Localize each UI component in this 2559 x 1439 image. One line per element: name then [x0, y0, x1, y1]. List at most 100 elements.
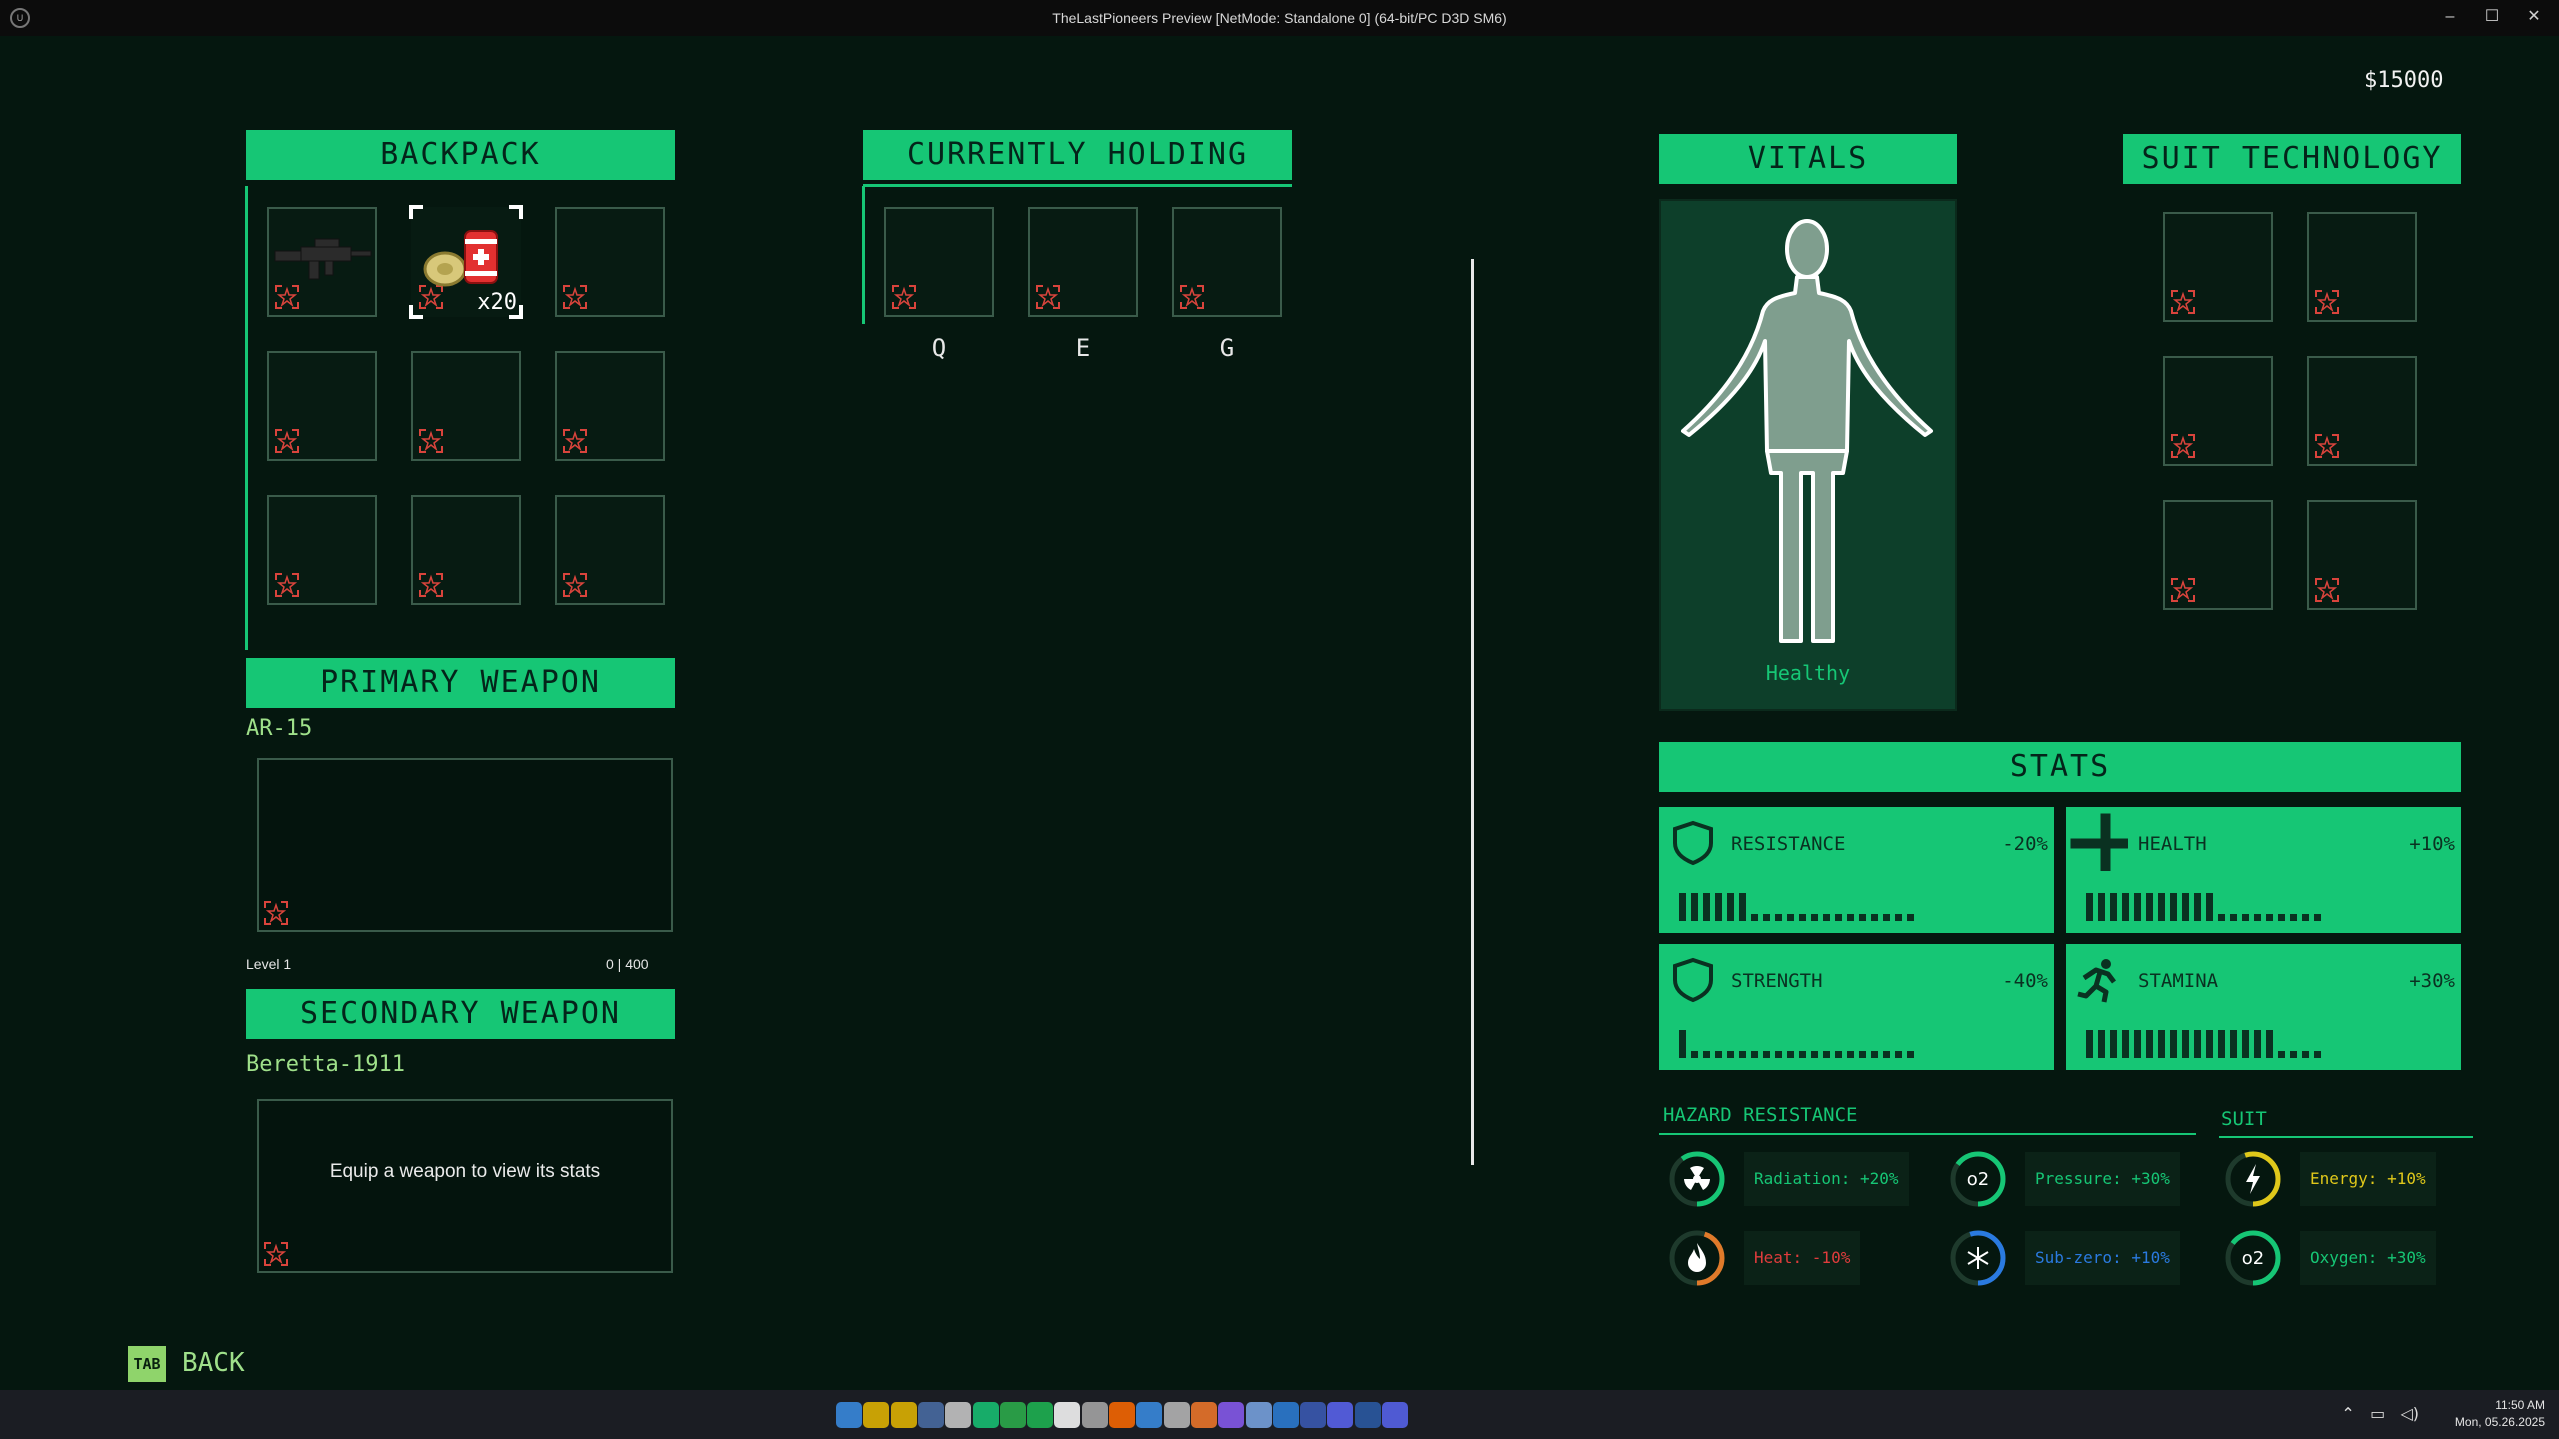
stat-bar-segment: [1715, 893, 1722, 921]
hazard-item: Heat: -10%: [1668, 1227, 1918, 1289]
close-button[interactable]: ✕: [2514, 4, 2554, 30]
cube-icon[interactable]: [1136, 1402, 1163, 1428]
backpack-rail: [245, 186, 248, 650]
suit-technology-slot[interactable]: [2307, 500, 2417, 610]
backpack-slot[interactable]: [267, 495, 377, 605]
stat-bar-segment: [1691, 1051, 1698, 1058]
backpack-slot[interactable]: [411, 351, 521, 461]
lightning-icon: [2225, 1151, 2281, 1207]
stat-bar-segment: [2254, 1030, 2261, 1058]
suit-label: SUIT: [2221, 1108, 2267, 1130]
backpack-slot[interactable]: [555, 207, 665, 317]
steam-icon[interactable]: [917, 1402, 944, 1428]
hazard-label: Pressure: +30%: [2025, 1152, 2180, 1206]
clock-date: Mon, 05.26.2025: [2454, 1415, 2545, 1429]
stat-bar-segment: [2194, 1030, 2201, 1058]
holding-slot[interactable]: [1172, 207, 1282, 317]
tray-icons[interactable]: ⌃ ▭ ◁): [2341, 1404, 2419, 1423]
svg-text:o2: o2: [1967, 1169, 1989, 1190]
empty-slot-icon: [264, 901, 288, 925]
app-icon[interactable]: [1327, 1402, 1354, 1428]
xbox-icon[interactable]: [972, 1402, 999, 1428]
minecraft-icon[interactable]: [999, 1402, 1026, 1428]
empty-slot-icon: [2171, 578, 2195, 602]
body-silhouette-icon: [1681, 219, 1933, 643]
hazard-label: Heat: -10%: [1744, 1231, 1861, 1285]
discord-icon[interactable]: [1382, 1402, 1408, 1428]
github-icon[interactable]: [1081, 1402, 1108, 1428]
primary-weapon-name: AR-15: [246, 716, 313, 741]
primary-weapon-xp: 0 | 400: [606, 956, 649, 972]
stat-bar-segment: [1775, 1051, 1782, 1058]
stat-bar-segment: [2146, 1030, 2153, 1058]
cross-icon: [2070, 813, 2128, 871]
backpack-slot[interactable]: [411, 495, 521, 605]
vscode-icon[interactable]: [1272, 1402, 1299, 1428]
holding-slot[interactable]: [884, 207, 994, 317]
maximize-button[interactable]: ☐: [2472, 4, 2512, 30]
game-icon[interactable]: [1163, 1402, 1190, 1428]
backpack-slot[interactable]: [555, 351, 665, 461]
suit-technology-slot[interactable]: [2163, 356, 2273, 466]
search-icon[interactable]: [863, 1402, 890, 1428]
stat-bar-segment: [1835, 914, 1842, 921]
vitals-header: VITALS: [1659, 134, 1957, 184]
backpack-slot[interactable]: [267, 207, 377, 317]
vitals-status: Healthy: [1765, 661, 1851, 685]
epic-games-icon[interactable]: [945, 1402, 972, 1428]
terminal-icon[interactable]: [1300, 1402, 1327, 1428]
stat-bar-segment: [1727, 1051, 1734, 1058]
minimize-button[interactable]: –: [2430, 4, 2470, 30]
stat-bar-segment: [2206, 1030, 2213, 1058]
stat-bar-segment: [2122, 1030, 2129, 1058]
suit-technology-slot[interactable]: [2307, 212, 2417, 322]
unreal-engine-icon[interactable]: [1054, 1402, 1081, 1428]
stat-bar-segment: [1751, 1051, 1758, 1058]
docker-icon[interactable]: [1245, 1402, 1272, 1428]
taskbar-clock[interactable]: 11:50 AM Mon, 05.26.2025: [2455, 1397, 2545, 1431]
stat-bar-segment: [1859, 1051, 1866, 1058]
primary-weapon-level: Level 1: [246, 956, 292, 972]
primary-weapon-slot[interactable]: [257, 758, 673, 932]
o2: o2: [2225, 1230, 2281, 1286]
stat-bar-segment: [1823, 914, 1830, 921]
suit-technology-slot[interactable]: [2307, 356, 2417, 466]
stat-value: -40%: [2002, 970, 2048, 992]
stat-bar-segment: [2086, 1030, 2093, 1058]
spotify-icon[interactable]: [1027, 1402, 1054, 1428]
stat-bar-segment: [2266, 1030, 2273, 1058]
empty-slot-icon: [563, 285, 587, 309]
windows-start-icon[interactable]: [836, 1402, 862, 1428]
running-icon: [2077, 959, 2116, 1003]
item-count: x20: [477, 290, 517, 315]
empty-slot-icon: [419, 429, 443, 453]
backpack-slot[interactable]: [267, 351, 377, 461]
backpack-slot[interactable]: [555, 495, 665, 605]
stat-name: HEALTH: [2138, 833, 2207, 855]
github-desktop-icon[interactable]: [1218, 1402, 1245, 1428]
photo-icon[interactable]: [1354, 1402, 1381, 1428]
back-label[interactable]: BACK: [182, 1348, 245, 1378]
suit-technology-slot[interactable]: [2163, 500, 2273, 610]
browser-icon[interactable]: [1109, 1402, 1135, 1428]
hotkey-label: G: [1219, 334, 1235, 362]
holding-slot[interactable]: [1028, 207, 1138, 317]
stat-bar-segment: [1871, 914, 1878, 921]
hazard-item: Radiation: +20%: [1668, 1148, 1918, 1210]
backpack-slot[interactable]: x20: [409, 205, 523, 319]
stat-bar-segment: [1691, 893, 1698, 921]
secondary-weapon-slot[interactable]: Equip a weapon to view its stats: [257, 1099, 673, 1273]
stat-bar-segment: [2278, 914, 2285, 921]
stat-bar-segment: [2194, 893, 2201, 921]
stat-bar-segment: [2290, 1051, 2297, 1058]
blender-icon[interactable]: [1190, 1402, 1217, 1428]
holding-header: CURRENTLY HOLDING: [863, 130, 1292, 180]
stat-bar-segment: [1787, 914, 1794, 921]
stat-value: -20%: [2002, 833, 2048, 855]
stat-bar-segment: [1727, 893, 1734, 921]
stat-bar-segment: [2182, 893, 2189, 921]
stat-bar-segment: [1823, 1051, 1830, 1058]
file-explorer-icon[interactable]: [890, 1402, 917, 1428]
suit-technology-slot[interactable]: [2163, 212, 2273, 322]
hotkey-label: E: [1075, 334, 1091, 362]
